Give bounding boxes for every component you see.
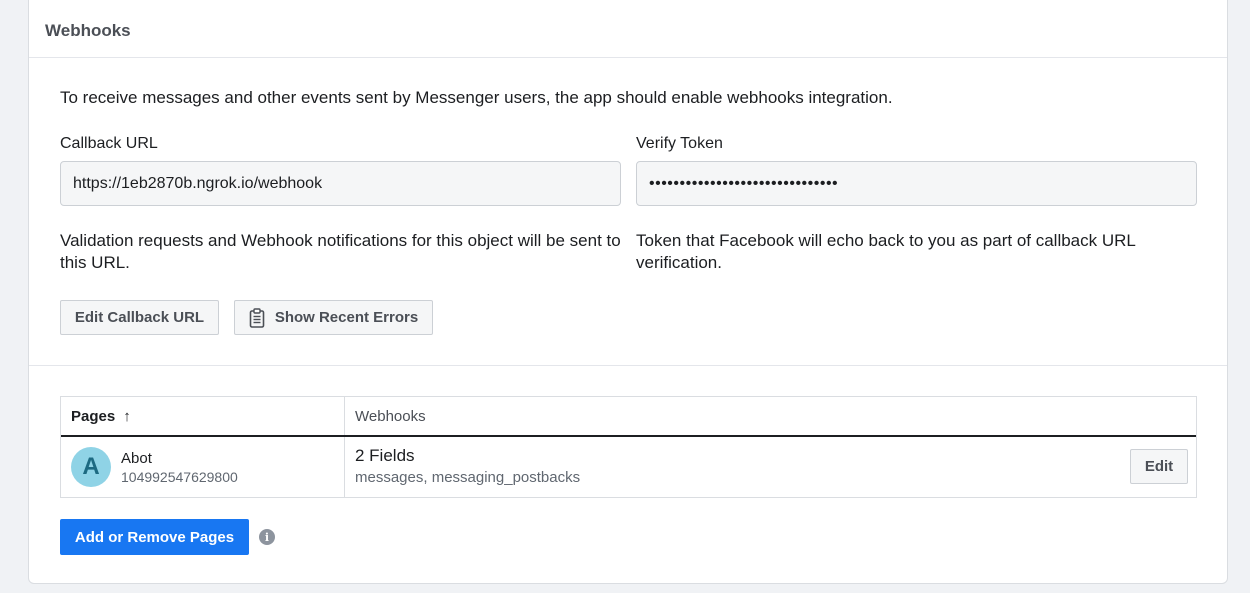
callback-section: To receive messages and other events sen… — [29, 58, 1227, 366]
info-icon[interactable]: i — [259, 529, 275, 545]
table-header: Pages ↑ Webhooks — [61, 397, 1196, 437]
card-title: Webhooks — [45, 21, 131, 40]
page-id: 104992547629800 — [121, 468, 238, 485]
verify-token-help: Token that Facebook will echo back to yo… — [636, 231, 1136, 272]
column-header-pages[interactable]: Pages ↑ — [61, 397, 345, 435]
add-or-remove-pages-button[interactable]: Add or Remove Pages — [60, 519, 249, 555]
callback-url-help: Validation requests and Webhook notifica… — [60, 231, 621, 272]
card-header: Webhooks — [29, 0, 1227, 58]
show-recent-errors-button[interactable]: Show Recent Errors — [234, 300, 433, 335]
callback-url-field[interactable] — [60, 161, 621, 206]
verify-token-field[interactable] — [636, 161, 1197, 206]
edit-callback-url-button[interactable]: Edit Callback URL — [60, 300, 219, 335]
callback-url-label: Callback URL — [60, 135, 158, 152]
table-row: A Abot 104992547629800 2 Fields messages… — [61, 437, 1196, 497]
column-header-pages-label: Pages — [71, 407, 116, 425]
pages-section: Pages ↑ Webhooks A Abot 104992547629800 … — [29, 366, 1227, 586]
clipboard-icon — [249, 307, 265, 328]
edit-callback-url-label: Edit Callback URL — [74, 309, 205, 326]
column-header-webhooks: Webhooks — [345, 397, 1196, 435]
verify-token-label: Verify Token — [636, 135, 723, 152]
intro-text: To receive messages and other events sen… — [60, 88, 893, 107]
page-info: Abot 104992547629800 — [121, 450, 238, 485]
edit-subscription-button[interactable]: Edit — [1130, 449, 1188, 484]
show-recent-errors-label: Show Recent Errors — [274, 309, 419, 326]
column-header-webhooks-label: Webhooks — [355, 407, 426, 425]
fields-list: messages, messaging_postbacks — [355, 469, 581, 486]
avatar: A — [71, 447, 111, 487]
webhooks-cell: 2 Fields messages, messaging_postbacks E… — [345, 437, 1196, 497]
fields-count: 2 Fields — [355, 446, 415, 465]
page-cell: A Abot 104992547629800 — [61, 437, 345, 497]
pages-table: Pages ↑ Webhooks A Abot 104992547629800 … — [60, 396, 1197, 498]
page-name: Abot — [121, 449, 152, 467]
arrow-up-icon: ↑ — [123, 407, 131, 425]
webhooks-card: Webhooks To receive messages and other e… — [28, 0, 1228, 584]
